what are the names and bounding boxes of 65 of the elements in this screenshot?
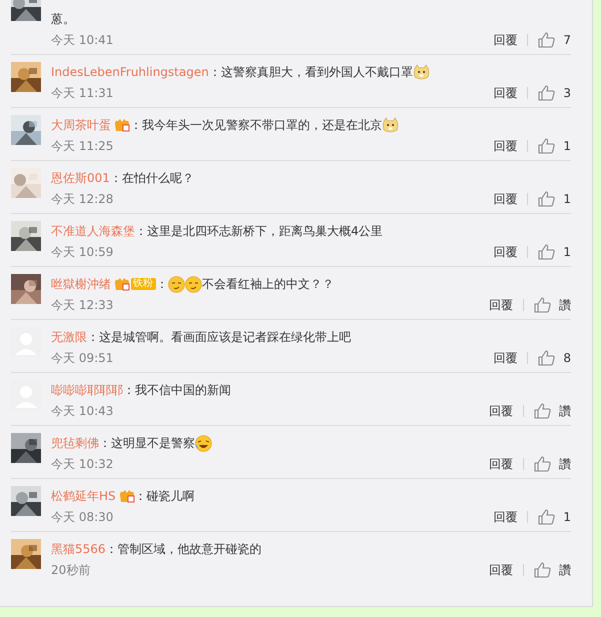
like-count[interactable]: 讚: [559, 402, 571, 420]
thumbs-up-icon[interactable]: [538, 244, 556, 260]
like-count[interactable]: 7: [563, 31, 571, 49]
comment-text: ：这明显不是警察: [99, 435, 195, 452]
comment-text: 蒽。: [51, 11, 75, 28]
reply-button[interactable]: 回覆: [493, 190, 518, 208]
comment-time: 20秒前: [51, 562, 92, 579]
comment-time: 今天 10:41: [51, 32, 114, 49]
like-count[interactable]: 8: [563, 349, 571, 367]
like-count[interactable]: 讚: [559, 455, 571, 473]
thumbs-up-icon[interactable]: [538, 350, 556, 366]
comment-text: ：这警察真胆大，看到外国人不戴口罩: [208, 64, 413, 81]
reply-button[interactable]: 回覆: [493, 137, 518, 155]
comment-time: 今天 08:30: [51, 509, 114, 526]
thumbs-up-icon[interactable]: [534, 403, 551, 419]
thumbs-up-icon[interactable]: [538, 509, 556, 525]
comment-text: ：碰瓷儿啊: [134, 488, 195, 505]
comment-time: 今天 12:28: [51, 191, 114, 208]
thumbs-up-icon[interactable]: [534, 297, 551, 313]
vip-badge-icon: [114, 118, 130, 132]
like-count[interactable]: 3: [563, 84, 571, 102]
smirk-emoji-icon: [168, 276, 185, 292]
comment-text: ：我今年头一次见警察不带口罩的，还是在北京: [130, 117, 382, 134]
laughing-crying-emoji-icon: [195, 434, 212, 452]
thumbs-up-icon[interactable]: [538, 191, 556, 207]
thumbs-up-icon[interactable]: [538, 85, 556, 101]
comment-time: 今天 11:31: [51, 85, 114, 102]
comment-time: 今天 09:51: [51, 350, 114, 367]
thumbs-up-icon[interactable]: [538, 138, 556, 154]
vip-badge-icon: [118, 489, 135, 503]
dog-emoji-icon: [382, 116, 399, 134]
comment-time: 今天 10:43: [51, 403, 114, 420]
thumbs-up-icon[interactable]: [534, 456, 551, 472]
reply-button[interactable]: 回覆: [493, 31, 518, 49]
reply-button[interactable]: 回覆: [489, 455, 513, 473]
comment-time: 今天 10:32: [51, 456, 114, 473]
thumbs-up-icon[interactable]: [534, 562, 551, 578]
like-count[interactable]: 1: [563, 137, 571, 155]
comment-text: ：在怕什么呢？: [110, 170, 194, 187]
thumbs-up-icon[interactable]: [538, 32, 556, 48]
reply-button[interactable]: 回覆: [493, 243, 518, 261]
reply-button[interactable]: 回覆: [489, 296, 513, 314]
comment-time: 今天 12:33: [51, 297, 114, 314]
comment-text: ：管制区域，他故意开碰瓷的: [106, 541, 262, 558]
like-count[interactable]: 讚: [559, 561, 571, 579]
comment-time: 今天 11:25: [51, 138, 114, 155]
smirk-emoji-icon: [185, 276, 202, 292]
comment-text: ：这是城管啊。看画面应该是记者踩在绿化带上吧: [87, 329, 351, 346]
comment-text: ：: [156, 276, 168, 293]
like-count[interactable]: 1: [563, 508, 571, 526]
comment-text: ：我不信中国的新闻: [123, 382, 231, 399]
comment-text: ：这里是北四环志新桥下，距离鸟巢大概4公里: [135, 223, 383, 240]
like-count[interactable]: 讚: [559, 296, 571, 314]
reply-button[interactable]: 回覆: [489, 402, 513, 420]
comment-text: 不会看红袖上的中文？？: [202, 276, 334, 293]
reply-button[interactable]: 回覆: [493, 84, 518, 102]
dog-emoji-icon: [412, 64, 430, 80]
reply-button[interactable]: 回覆: [489, 561, 513, 579]
like-count[interactable]: 1: [563, 190, 571, 208]
like-count[interactable]: 1: [563, 243, 571, 261]
comment-time: 今天 10:59: [51, 244, 114, 261]
reply-button[interactable]: 回覆: [493, 508, 518, 526]
reply-button[interactable]: 回覆: [493, 349, 518, 367]
vip-badge-icon: [114, 277, 130, 291]
fan-badge: 铁粉: [131, 278, 156, 290]
